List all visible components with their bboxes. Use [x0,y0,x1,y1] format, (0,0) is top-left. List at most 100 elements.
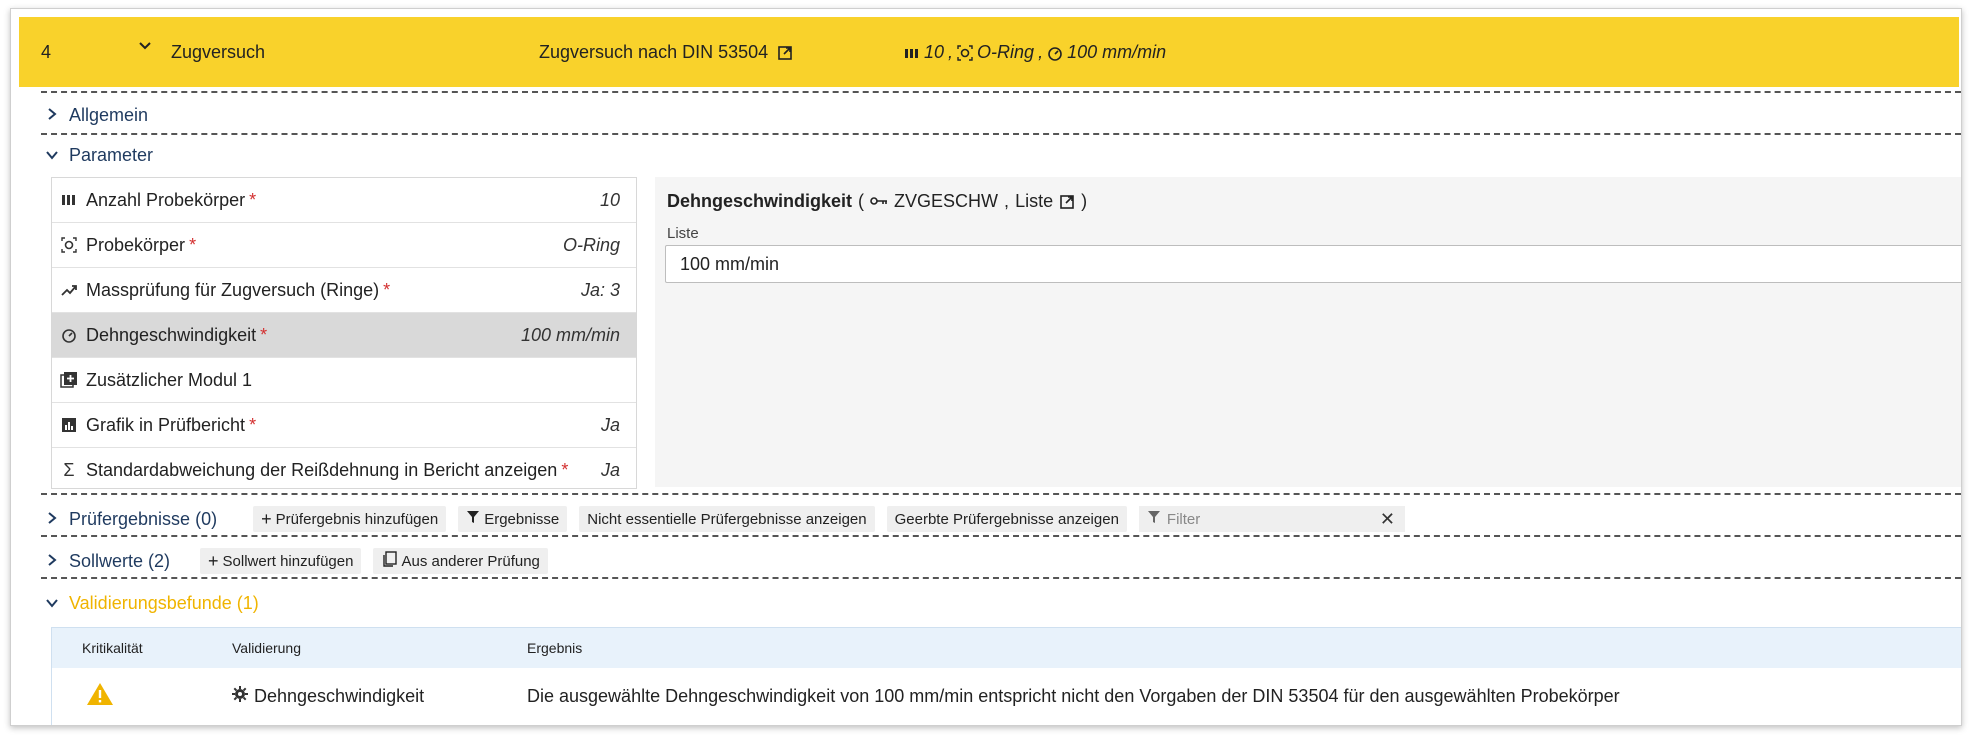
required-mark: * [383,279,391,300]
required-mark: * [189,234,197,255]
speed-select[interactable]: 100 mm/min [665,245,1961,283]
funnel-icon [466,510,480,528]
add-module-icon [60,371,78,389]
button-label: Aus anderer Prüfung [401,552,540,570]
section-allgemein[interactable]: Allgemein [41,95,1961,135]
chevron-right-icon[interactable] [41,509,63,530]
parameter-value: Ja [600,414,620,435]
field-label: Liste [667,225,699,242]
chevron-down-icon[interactable] [41,593,63,614]
section-pruefergebnisse[interactable]: Prüfergebnisse (0) + Prüfergebnis hinzufü… [41,499,1961,539]
show-nonessential-button[interactable]: Nicht essentielle Prüfergebnisse anzeige… [579,506,875,532]
required-mark: * [561,459,569,480]
validation-table: Kritikalität Validierung Ergebnis Dehnge… [51,627,1961,725]
chevron-right-icon[interactable] [41,551,63,572]
detail-key: ZVGESCHW [894,191,999,211]
gauge-icon [60,327,78,343]
copy-from-test-button[interactable]: Aus anderer Prüfung [373,548,548,574]
test-summary: 10 , O-Ring , 100 mm/min [904,42,1166,63]
external-link-icon[interactable] [1059,191,1075,212]
bars-icon [60,193,78,207]
parameter-row[interactable]: Probekörper * O-Ring [52,223,636,268]
paren: ( [858,191,865,211]
speed-select-value: 100 mm/min [680,253,780,274]
test-header[interactable]: 4 Zugversuch Zugversuch nach DIN 53504 1… [19,17,1959,87]
results-filter-button[interactable]: Ergebnisse [458,506,568,532]
copy-icon [381,551,398,571]
section-title: Sollwerte (2) [69,550,171,571]
divider [41,577,1961,579]
section-parameter[interactable]: Parameter [41,135,1961,175]
parameter-row[interactable]: Grafik in Prüfbericht * Ja [52,403,636,448]
column-header[interactable]: Validierung [232,640,301,656]
section-title: Validierungsbefunde (1) [69,592,259,613]
validation-cell: Dehngeschwindigkeit [232,686,424,707]
filter-input[interactable]: Filter ✕ [1138,506,1405,532]
required-mark: * [260,324,268,345]
test-card: 4 Zugversuch Zugversuch nach DIN 53504 1… [10,8,1962,726]
show-inherited-button[interactable]: Geerbte Prüfergebnisse anzeigen [886,506,1127,532]
summary-speed: 100 mm/min [1067,41,1167,62]
parameter-value: O-Ring [562,234,620,255]
column-header[interactable]: Kritikalität [82,640,143,656]
add-target-button[interactable]: + Sollwert hinzufügen [200,548,362,574]
plus-icon: + [208,550,219,571]
chart-icon [60,417,78,433]
parameter-label: Grafik in Prüfbericht [86,414,246,435]
divider [41,493,1961,495]
parameter-row[interactable]: Anzahl Probekörper * 10 [52,178,636,223]
key-icon [870,191,888,212]
sigma-icon: Σ [63,459,75,480]
parameter-label: Dehngeschwindigkeit [86,324,257,345]
close-icon[interactable]: ✕ [1380,509,1395,530]
column-header[interactable]: Ergebnis [527,640,582,656]
external-link-icon[interactable] [777,42,793,62]
section-title: Parameter [69,144,154,165]
warning-icon [86,682,114,711]
paren: ) [1081,191,1088,211]
section-validierung[interactable]: Validierungsbefunde (1) [41,583,1961,623]
button-label: Geerbte Prüfergebnisse anzeigen [894,510,1119,528]
separator: , [1004,191,1010,211]
parameter-label: Zusätzlicher Modul 1 [86,369,253,390]
validation-name: Dehngeschwindigkeit [254,686,425,706]
specimen-icon [60,237,78,253]
add-result-button[interactable]: + Prüfergebnis hinzufügen [253,506,447,532]
norm-label: Zugversuch nach DIN 53504 [539,41,769,62]
parameter-row-selected[interactable]: Dehngeschwindigkeit * 100 mm/min [52,313,636,358]
button-label: Ergebnisse [484,510,560,528]
detail-list-link[interactable]: Liste [1015,191,1053,212]
table-header: Kritikalität Validierung Ergebnis [52,628,1961,668]
test-number: 4 [41,41,52,62]
section-title: Allgemein [69,104,149,125]
gauge-icon [1047,42,1063,63]
button-label: Prüfergebnis hinzufügen [275,510,439,528]
parameter-label: Massprüfung für Zugversuch (Ringe) [86,279,380,300]
parameter-row[interactable]: Zusätzlicher Modul 1 [52,358,636,403]
parameter-label: Probekörper [86,234,186,255]
chevron-right-icon[interactable] [41,105,63,126]
test-title: Zugversuch [171,41,266,62]
section-sollwerte[interactable]: Sollwerte (2) + Sollwert hinzufügen Aus a… [41,541,1961,581]
parameter-value: 10 [599,189,620,210]
separator: , [1038,41,1044,62]
chevron-down-icon[interactable] [41,145,63,166]
summary-specimen: O-Ring [977,41,1035,62]
button-label: Nicht essentielle Prüfergebnisse anzeige… [587,510,867,528]
button-label: Sollwert hinzufügen [222,552,354,570]
summary-count: 10 [924,41,945,62]
parameter-value: 100 mm/min [520,324,620,345]
detail-title: Dehngeschwindigkeit ( ZVGESCHW , Liste ) [667,191,1087,212]
required-mark: * [249,414,257,435]
chevron-down-icon[interactable] [137,37,153,60]
gear-icon [232,686,248,707]
filter-placeholder: Filter [1166,510,1201,528]
parameter-list: Anzahl Probekörper * 10 Probekörper * O-Ri… [51,177,637,489]
table-row[interactable]: Dehngeschwindigkeit Die ausgewählte Dehn… [52,668,1961,725]
plus-icon: + [261,508,272,529]
parameter-row[interactable]: Massprüfung für Zugversuch (Ringe) * Ja: … [52,268,636,313]
parameter-label: Standardabweichung der Reißdehnung in Be… [86,459,558,480]
norm-link[interactable]: Zugversuch nach DIN 53504 [539,42,793,63]
parameter-row[interactable]: Σ Standardabweichung der Reißdehnung in … [52,448,636,492]
parameter-detail: Dehngeschwindigkeit ( ZVGESCHW , Liste )… [655,177,1961,487]
